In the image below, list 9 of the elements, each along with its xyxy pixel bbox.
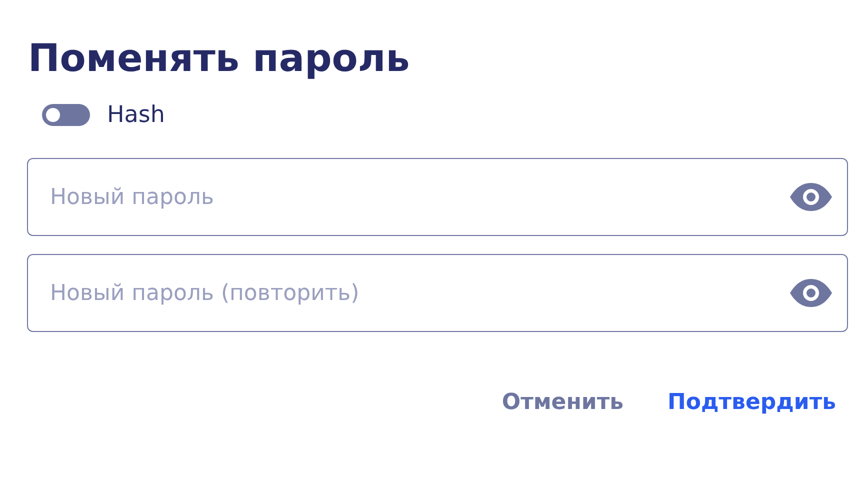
password-field[interactable]: Новый пароль [27, 158, 848, 236]
dialog-title: Поменять пароль [28, 35, 411, 82]
toggle-label: Hash [107, 102, 165, 128]
hash-toggle[interactable] [42, 104, 90, 126]
password-field[interactable]: Новый пароль (повторить) [27, 254, 848, 332]
eye-icon[interactable] [788, 278, 834, 308]
confirm-button[interactable]: Подтвердить [668, 390, 836, 415]
cancel-button[interactable]: Отменить [502, 390, 624, 415]
eye-icon[interactable] [788, 182, 834, 212]
